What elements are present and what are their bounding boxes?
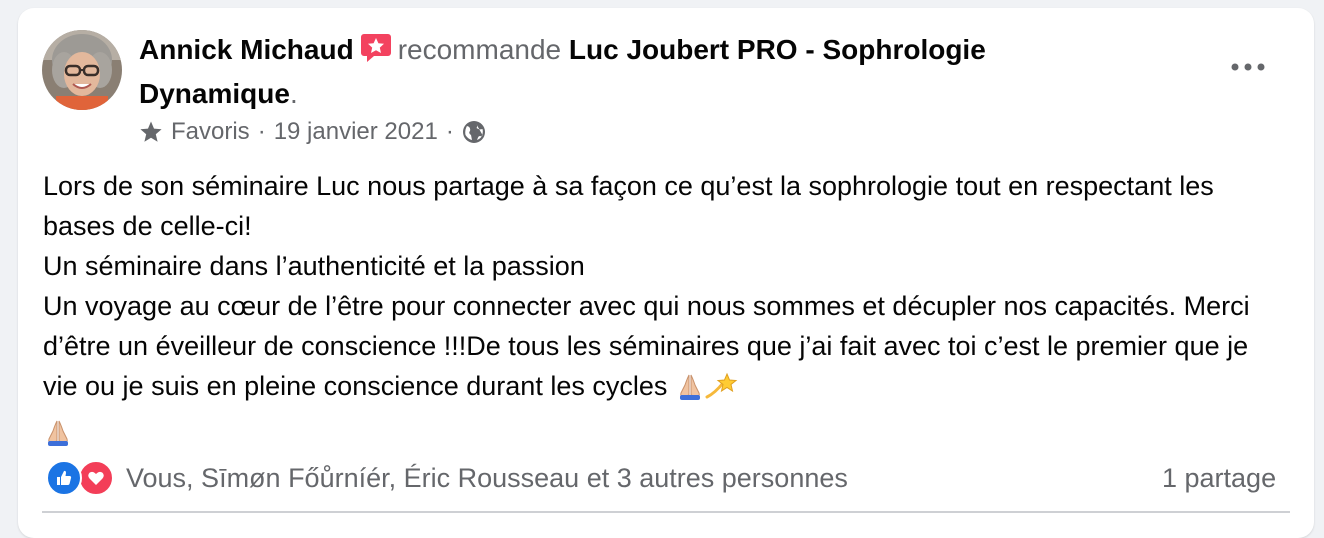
star-icon (139, 120, 163, 144)
page-name-continued[interactable]: Dynamique (139, 78, 290, 109)
page-name[interactable]: Luc Joubert PRO - Sophrologie (569, 34, 986, 65)
post-header: Annick Michaud recommande Luc Joubert PRO… (139, 30, 1119, 114)
reactors-text[interactable]: Vous, Sīmøn Főůrníér, Éric Rousseau et 3… (126, 458, 848, 498)
period: . (289, 78, 298, 109)
post-paragraph: Un séminaire dans l’authenticité et la p… (43, 251, 585, 281)
post-paragraph: Un voyage au cœur de l’être pour connect… (43, 286, 1283, 458)
post-date[interactable]: 19 janvier 2021 (274, 114, 438, 150)
separator: · (445, 118, 454, 145)
recommend-verb: recommande (397, 34, 562, 65)
post-text: Un voyage au cœur de l’être pour connect… (43, 291, 1250, 401)
globe-icon[interactable] (462, 120, 486, 144)
like-reaction-icon (46, 460, 82, 496)
more-options-icon (1231, 63, 1265, 71)
dizzy-emoji (705, 371, 739, 412)
category-label[interactable]: Favoris (171, 114, 250, 150)
author-name[interactable]: Annick Michaud (139, 34, 354, 65)
avatar[interactable] (42, 30, 122, 110)
more-options-button[interactable] (1226, 52, 1270, 82)
shares-count[interactable]: 1 partage (1162, 458, 1276, 498)
folded-hands-emoji (43, 417, 73, 458)
post-card: Annick Michaud recommande Luc Joubert PRO… (18, 8, 1314, 538)
recommend-star-icon (360, 31, 392, 74)
separator: · (257, 118, 266, 145)
post-body: Lors de son séminaire Luc nous partage à… (43, 166, 1283, 458)
love-reaction-icon (78, 460, 114, 496)
divider (42, 511, 1290, 513)
folded-hands-emoji (675, 371, 705, 412)
post-paragraph: Lors de son séminaire Luc nous partage à… (43, 171, 1214, 241)
reaction-summary[interactable]: Vous, Sīmøn Főůrníér, Éric Rousseau et 3… (46, 458, 848, 498)
post-meta: Favoris · 19 janvier 2021 · (139, 114, 486, 150)
